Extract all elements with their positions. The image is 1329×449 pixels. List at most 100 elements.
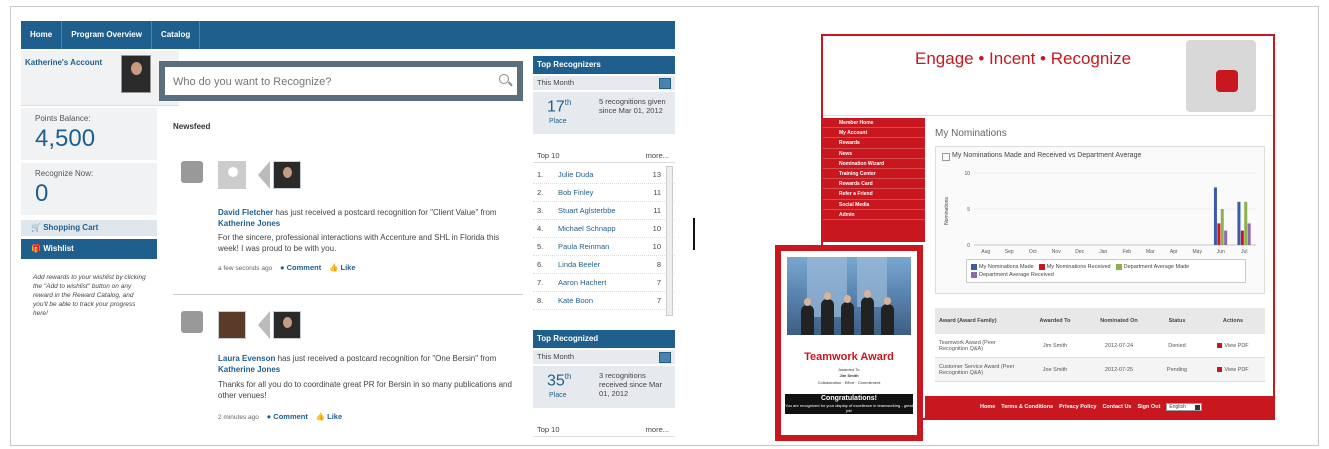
- legend-swatch: [1038, 263, 1045, 270]
- list-item[interactable]: 4. Michael Schnapp 10: [533, 220, 675, 238]
- sidebar-nav: Member Home My Account Rewards News Nominati…: [823, 118, 925, 242]
- recipient-link[interactable]: Laura Evenson: [218, 354, 275, 363]
- sidebar-item-refer-a-friend[interactable]: Refer a Friend: [823, 189, 925, 200]
- recognizer-name[interactable]: Julie Duda: [558, 166, 593, 184]
- sidebar-item-admin[interactable]: Admin: [823, 210, 925, 220]
- recognizer-name[interactable]: Linda Beeler: [558, 256, 600, 274]
- sidebar-item-member-home[interactable]: Member Home: [823, 118, 925, 129]
- place-number: 17th: [547, 98, 572, 116]
- recognizer-name[interactable]: Paula Reinman: [558, 238, 609, 256]
- place-label: Place: [549, 392, 567, 399]
- bar: [1237, 201, 1241, 245]
- more-link[interactable]: more...: [646, 149, 669, 163]
- wishlist-header[interactable]: 🎁 Wishlist: [21, 239, 157, 259]
- nav-program-overview[interactable]: Program Overview: [62, 21, 152, 49]
- feed-message: For the sincere, professional interactio…: [218, 233, 500, 253]
- footer-contact-link[interactable]: Contact Us: [1102, 404, 1131, 410]
- footer-home-link[interactable]: Home: [980, 404, 995, 410]
- award-cell: Teamwork Award (Peer Recognition Q&A): [939, 339, 996, 352]
- chart-title: My Nominations Made and Received vs Depa…: [941, 152, 1142, 161]
- account-title[interactable]: Katherine's Account: [25, 58, 102, 67]
- shopping-cart-label: Shopping Cart: [43, 223, 99, 232]
- list-item[interactable]: 5. Paula Reinman 10: [533, 238, 675, 256]
- x-tick-label: Jan: [1099, 249, 1107, 255]
- comment-label: Comment: [273, 412, 308, 421]
- recognizer-name[interactable]: Aaron Hachert: [558, 274, 606, 292]
- nominated-on-cell: 2012-07-24: [1104, 342, 1134, 349]
- calendar-icon[interactable]: [659, 78, 671, 89]
- feed-meta: a few seconds ago ● Comment 👍 Like: [218, 263, 356, 272]
- nav-catalog[interactable]: Catalog: [152, 21, 201, 49]
- legend-entry: Department Average Made: [1115, 263, 1189, 270]
- top-recognized-title: Top Recognized: [533, 330, 675, 348]
- legend-entry: My Nominations Made: [971, 263, 1034, 270]
- points-balance-label: Points Balance:: [35, 114, 91, 123]
- column-header[interactable]: Nominated On: [1085, 318, 1153, 324]
- feed-action-text: has just received a postcard recognition…: [277, 354, 497, 363]
- recipient-avatar[interactable]: [218, 161, 246, 189]
- sidebar-item-my-account[interactable]: My Account: [823, 128, 925, 139]
- recognizer-name[interactable]: Bob Finley: [558, 184, 593, 202]
- list-item[interactable]: 2. Bob Finley 11: [533, 184, 675, 202]
- pdf-icon: [1217, 366, 1223, 372]
- rank: 3.: [537, 206, 544, 215]
- recognizer-name[interactable]: Kate Boon: [558, 292, 593, 310]
- recognition-count: 11: [653, 188, 661, 197]
- column-header[interactable]: Award (Award Family): [935, 318, 1025, 324]
- rank: 8.: [537, 296, 544, 305]
- sidebar-item-news[interactable]: News: [823, 149, 925, 159]
- sidebar-item-rewards-card[interactable]: Rewards Card: [823, 179, 925, 190]
- view-pdf-link[interactable]: View PDF: [1201, 367, 1265, 373]
- period-text: This Month: [537, 352, 575, 361]
- place-box: 35th Place 3 recognitions received since…: [533, 366, 675, 408]
- recipient-link[interactable]: David Fletcher: [218, 208, 273, 217]
- column-header[interactable]: Awarded To: [1025, 318, 1085, 324]
- recognizer-name[interactable]: Michael Schnapp: [558, 220, 616, 238]
- more-link[interactable]: more...: [646, 423, 669, 437]
- giver-link[interactable]: Katherine Jones: [218, 365, 280, 374]
- search-icon[interactable]: [499, 74, 509, 84]
- scrollbar[interactable]: [666, 166, 673, 316]
- bar: [1220, 209, 1224, 245]
- recognizer-name[interactable]: Stuart Aglsterbbe: [558, 202, 616, 220]
- sidebar-item-nomination-wizard[interactable]: Nomination Wizard: [823, 159, 925, 169]
- sidebar-item-rewards[interactable]: Rewards: [823, 138, 925, 149]
- footer-privacy-link[interactable]: Privacy Policy: [1059, 404, 1096, 410]
- x-tick-label: Nov: [1052, 249, 1061, 255]
- shopping-cart-link[interactable]: 🛒 Shopping Cart: [21, 220, 157, 236]
- giver-avatar[interactable]: [273, 161, 301, 189]
- status-cell: Pending: [1166, 366, 1188, 373]
- arrow-icon: [258, 161, 270, 189]
- sidebar-item-social-media[interactable]: Social Media: [823, 200, 925, 210]
- column-header[interactable]: Status: [1153, 318, 1201, 324]
- wishlist-help-text: Add rewards to your wishlist by clicking…: [33, 274, 146, 317]
- list-item[interactable]: 6. Linda Beeler 8: [533, 256, 675, 274]
- like-button[interactable]: 👍 Like: [316, 412, 342, 421]
- search-input[interactable]: [173, 73, 493, 91]
- recipient-avatar[interactable]: [218, 311, 246, 339]
- app-header: Engage • Incent • Recognize: [823, 36, 1273, 116]
- footer-signout-link[interactable]: Sign Out: [1137, 404, 1160, 410]
- calendar-icon[interactable]: [659, 352, 671, 363]
- column-header[interactable]: Actions: [1201, 318, 1265, 324]
- nominated-on-cell: 2012-07-25: [1104, 366, 1134, 373]
- list-item[interactable]: 3. Stuart Aglsterbbe 11: [533, 202, 675, 220]
- language-select[interactable]: English: [1166, 403, 1203, 411]
- legend-swatch: [971, 263, 977, 270]
- sidebar-item-training-center[interactable]: Training Center: [823, 169, 925, 180]
- footer-terms-link[interactable]: Terms & Conditions: [1001, 404, 1053, 410]
- giver-avatar[interactable]: [273, 311, 301, 339]
- pdf-icon: [1217, 342, 1223, 348]
- giver-link[interactable]: Katherine Jones: [218, 219, 280, 228]
- team-photo: [787, 257, 911, 335]
- x-tick-label: Jun: [1217, 249, 1225, 255]
- list-item[interactable]: 1. Julie Duda 13: [533, 166, 675, 184]
- comment-button[interactable]: ● Comment: [280, 263, 321, 272]
- view-pdf-link[interactable]: View PDF: [1201, 343, 1265, 349]
- list-item[interactable]: 8. Kate Boon 7: [533, 292, 675, 310]
- comment-button[interactable]: ● Comment: [267, 412, 308, 421]
- rank: 5.: [537, 242, 544, 251]
- like-button[interactable]: 👍 Like: [329, 263, 355, 272]
- list-item[interactable]: 7. Aaron Hachert 7: [533, 274, 675, 292]
- nav-home[interactable]: Home: [21, 21, 63, 49]
